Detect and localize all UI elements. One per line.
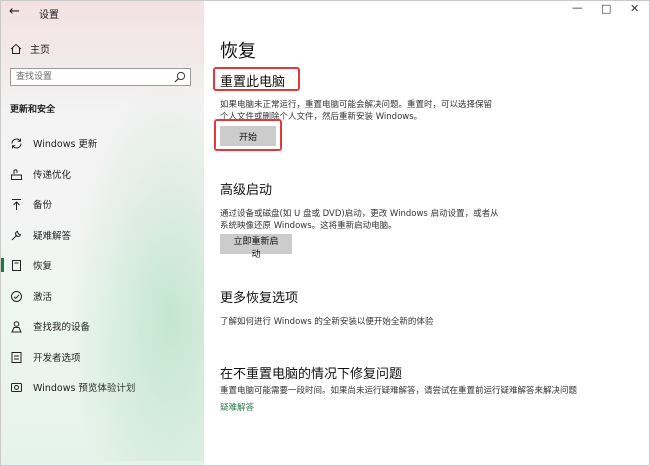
sidebar-item-troubleshoot[interactable]: 疑难解答 xyxy=(1,224,204,246)
sidebar: 主页 更新和安全 Windows 更新 传递优化 备份 疑难解答 恢复 xyxy=(1,1,221,465)
advanced-startup-title: 高级启动 xyxy=(220,183,273,198)
maximize-icon[interactable]: □ xyxy=(601,2,611,15)
sidebar-item-label: Windows 更新 xyxy=(33,139,98,150)
backup-icon xyxy=(9,197,23,211)
sidebar-item-label: 激活 xyxy=(33,292,53,303)
section-label: 更新和安全 xyxy=(10,105,56,115)
sidebar-item-backup[interactable]: 备份 xyxy=(1,193,204,215)
search-icon[interactable] xyxy=(173,70,187,84)
reset-section-title: 重置此电脑 xyxy=(220,75,286,90)
back-arrow-icon[interactable]: ← xyxy=(9,4,20,19)
settings-window: 主页 更新和安全 Windows 更新 传递优化 备份 疑难解答 恢复 xyxy=(0,0,650,466)
sidebar-item-recovery[interactable]: 恢复 xyxy=(1,254,204,276)
sidebar-item-delivery-optimization[interactable]: 传递优化 xyxy=(1,163,204,185)
close-icon[interactable]: ✕ xyxy=(630,2,639,15)
sidebar-item-find-device[interactable]: 查找我的设备 xyxy=(1,315,204,337)
wrench-icon xyxy=(9,228,23,242)
home-label: 主页 xyxy=(30,45,50,56)
fix-problems-description: 重置电脑可能需要一段时间。如果尚未运行疑难解答，请尝试在重置前运行疑难解答来解决… xyxy=(220,386,578,396)
insider-icon xyxy=(9,380,23,394)
sidebar-item-activation[interactable]: 激活 xyxy=(1,285,204,307)
minimize-icon[interactable]: — xyxy=(572,1,583,14)
sidebar-item-label: 开发者选项 xyxy=(33,353,81,364)
window-title: 设置 xyxy=(39,10,59,21)
delivery-optimization-icon xyxy=(9,167,23,181)
sidebar-item-insider[interactable]: Windows 预览体验计划 xyxy=(1,376,204,398)
restart-now-button[interactable]: 立即重新启动 xyxy=(220,234,292,260)
home-nav[interactable]: 主页 xyxy=(10,41,50,56)
sidebar-item-label: 备份 xyxy=(33,200,53,211)
sync-icon xyxy=(9,136,23,150)
more-recovery-title: 更多恢复选项 xyxy=(220,291,299,306)
sidebar-item-label: 恢复 xyxy=(33,261,53,272)
fix-problems-title: 在不重置电脑的情况下修复问题 xyxy=(220,367,403,382)
sidebar-item-label: 疑难解答 xyxy=(33,231,72,242)
sidebar-item-developer[interactable]: 开发者选项 xyxy=(1,346,204,368)
sidebar-item-label: Windows 预览体验计划 xyxy=(33,383,136,394)
developer-icon xyxy=(9,350,23,364)
page-title: 恢复 xyxy=(220,41,256,62)
advanced-startup-description: 通过设备或磁盘(如 U 盘或 DVD)启动，更改 Windows 启动设置，或者… xyxy=(220,209,499,231)
sidebar-item-label: 查找我的设备 xyxy=(33,322,91,333)
title-bar: ← 设置 — □ ✕ xyxy=(1,1,649,25)
find-device-icon xyxy=(9,319,23,333)
sidebar-item-windows-update[interactable]: Windows 更新 xyxy=(1,132,204,154)
main-content: 恢复 重置此电脑 如果电脑未正常运行，重置电脑可能会解决问题。重置时，可以选择保… xyxy=(204,1,649,465)
search-input[interactable] xyxy=(11,69,176,85)
recovery-icon xyxy=(9,258,23,272)
activation-icon xyxy=(9,289,23,303)
troubleshoot-link[interactable]: 疑难解答 xyxy=(220,401,254,413)
search-box[interactable] xyxy=(10,68,191,86)
sidebar-item-label: 传递优化 xyxy=(33,170,72,181)
fresh-install-link[interactable]: 了解如何进行 Windows 的全新安装以便开始全新的体验 xyxy=(220,315,433,327)
home-icon xyxy=(10,43,22,54)
start-reset-button[interactable]: 开始 xyxy=(220,126,276,146)
